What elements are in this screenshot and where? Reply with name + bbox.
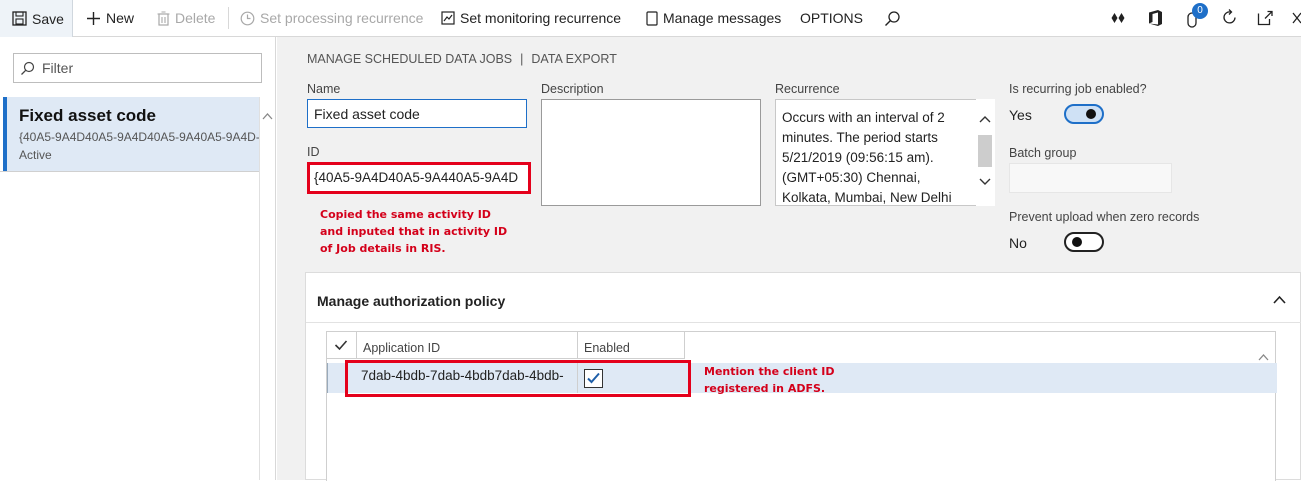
client-annotation-line-1: Mention the client ID [704, 365, 835, 378]
delete-button[interactable]: Delete [157, 0, 215, 36]
list-item-title: Fixed asset code [19, 106, 157, 125]
delete-label: Delete [175, 10, 216, 26]
id-annotation-line-1: Copied the same activity ID [320, 208, 491, 221]
client-annotation-line-2: registered in ADFS. [704, 382, 826, 395]
recurrence-label: Recurrence [775, 82, 840, 96]
list-item-status: Active [19, 148, 52, 162]
options-label: OPTIONS [800, 10, 864, 26]
breadcrumb-manage-jobs[interactable]: MANAGE SCHEDULED DATA JOBS [307, 52, 512, 66]
application-id-header[interactable]: Application ID [357, 332, 578, 359]
toolbar-separator [228, 7, 229, 29]
list-item-id: {40A5-9A4D40A5-9A4D40A5-9A40A5-9A4D- [19, 130, 259, 144]
chart-icon [441, 11, 455, 25]
list-item[interactable]: Fixed asset code {40A5-9A4D40A5-9A4D40A5… [3, 97, 259, 171]
section-divider [306, 322, 1301, 323]
id-input[interactable]: {40A5-9A4D40A5-9A440A5-9A4D [307, 162, 531, 194]
list-pane: Fixed asset code {40A5-9A4D40A5-9A4D40A5… [0, 37, 276, 480]
clock-icon [240, 11, 255, 25]
trash-icon [157, 10, 170, 26]
diamond-icon[interactable] [1111, 12, 1125, 24]
refresh-icon[interactable] [1221, 9, 1238, 26]
filter-box[interactable] [13, 53, 262, 83]
set-monitoring-label: Set monitoring recurrence [460, 10, 622, 26]
name-input[interactable]: Fixed asset code [307, 99, 527, 128]
description-input[interactable] [541, 99, 761, 206]
close-icon[interactable] [1292, 12, 1301, 24]
list-scrollbar[interactable] [259, 97, 260, 480]
chevron-up-icon[interactable] [1273, 295, 1286, 304]
toggle-knob [1086, 109, 1096, 119]
name-label: Name [307, 82, 341, 96]
office-icon[interactable] [1148, 9, 1163, 27]
new-button[interactable]: New [86, 0, 134, 36]
id-label: ID [307, 145, 320, 159]
set-monitoring-recurrence-button[interactable]: Set monitoring recurrence [441, 0, 621, 36]
manage-messages-label: Manage messages [663, 10, 782, 26]
search-icon [885, 10, 900, 26]
chevron-up-icon[interactable] [1258, 353, 1269, 361]
id-annotation: Copied the same activity ID and inputed … [320, 206, 507, 257]
prevent-upload-label: Prevent upload when zero records [1009, 210, 1200, 224]
options-button[interactable]: OPTIONS [800, 0, 863, 36]
authorization-policy-section: Manage authorization policy Application … [305, 272, 1301, 481]
page-icon [646, 10, 658, 26]
save-label: Save [32, 10, 64, 27]
save-button[interactable]: Save [0, 0, 73, 37]
batch-group-input[interactable] [1009, 163, 1172, 193]
list-divider [0, 171, 259, 172]
id-annotation-line-3: of Job details in RIS. [320, 242, 446, 255]
notification-badge[interactable]: 0 [1192, 3, 1208, 19]
description-label: Description [541, 82, 604, 96]
recurring-enabled-value: Yes [1009, 107, 1032, 123]
enabled-header[interactable]: Enabled [578, 332, 685, 359]
chevron-up-icon[interactable] [979, 115, 991, 123]
recurrence-text: Occurs with an interval of 2 minutes. Th… [775, 99, 995, 206]
breadcrumb-data-export[interactable]: DATA EXPORT [531, 52, 616, 66]
search-button[interactable] [884, 0, 906, 36]
prevent-upload-toggle[interactable] [1064, 232, 1104, 252]
toggle-knob [1072, 237, 1082, 247]
popout-icon[interactable] [1257, 9, 1274, 26]
manage-messages-button[interactable]: Manage messages [646, 0, 781, 36]
detail-pane: MANAGE SCHEDULED DATA JOBS | DATA EXPORT N… [277, 37, 1301, 481]
chevron-down-icon[interactable] [979, 178, 991, 186]
row-selector[interactable] [327, 363, 347, 393]
grid-header: Application ID Enabled [327, 332, 685, 359]
recurrence-scroll-thumb[interactable] [978, 135, 992, 167]
checkmark-icon [334, 340, 348, 351]
client-id-highlight [345, 360, 691, 397]
authorization-grid: Application ID Enabled 7dab-4bdb-7dab-4b… [326, 331, 1277, 481]
recurrence-scrollbar[interactable] [976, 99, 995, 206]
recurring-enabled-toggle[interactable] [1064, 104, 1104, 124]
action-bar: Save New Delete Set processing recurrenc… [0, 0, 1301, 37]
id-annotation-line-2: and inputed that in activity ID [320, 225, 508, 238]
prevent-upload-value: No [1009, 235, 1027, 251]
plus-icon [87, 11, 100, 25]
recurring-enabled-label: Is recurring job enabled? [1009, 82, 1147, 96]
set-processing-label: Set processing recurrence [260, 10, 424, 26]
filter-input[interactable] [40, 56, 255, 80]
select-all-column[interactable] [327, 332, 357, 359]
authorization-policy-title[interactable]: Manage authorization policy [317, 293, 505, 309]
new-label: New [106, 10, 135, 26]
chevron-up-icon[interactable] [262, 112, 273, 120]
breadcrumb-divider: | [520, 52, 524, 66]
save-icon [12, 11, 27, 26]
set-processing-recurrence-button[interactable]: Set processing recurrence [240, 0, 423, 36]
batch-group-label: Batch group [1009, 146, 1077, 160]
breadcrumb: MANAGE SCHEDULED DATA JOBS | DATA EXPORT [307, 52, 617, 66]
filter-search-icon [21, 61, 35, 75]
client-id-annotation: Mention the client ID registered in ADFS… [704, 363, 835, 397]
